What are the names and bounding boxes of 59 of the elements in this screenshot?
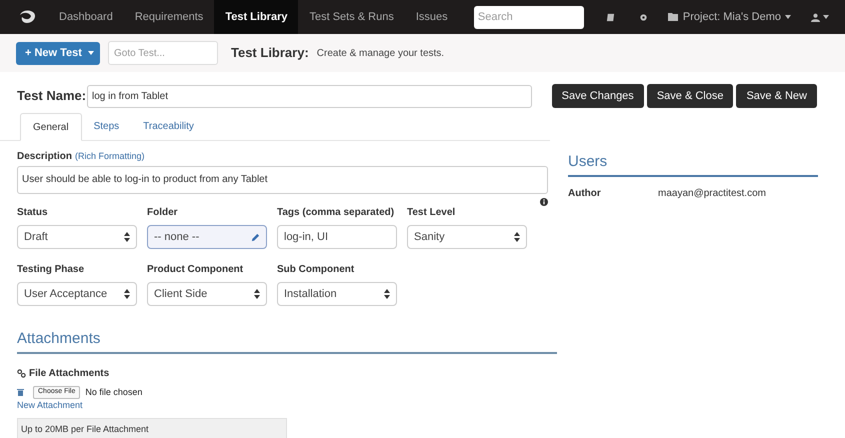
nav-tab[interactable]: Requirements <box>124 0 214 34</box>
field-label: Status <box>17 206 49 220</box>
user-icon <box>811 12 820 22</box>
test-name-field[interactable]: log in from Tablet <box>87 84 532 108</box>
select-field[interactable]: Installation <box>277 282 397 306</box>
field-label: Testing Phase <box>17 263 86 277</box>
sort-icon <box>384 289 390 299</box>
user-role: Author <box>568 186 602 200</box>
nav-tab[interactable]: Issues <box>404 0 459 34</box>
nav-tab[interactable]: Test Library <box>214 0 298 34</box>
input-field[interactable]: log-in, UI <box>277 225 397 249</box>
field-label: Folder <box>147 206 179 220</box>
select-field[interactable]: Sanity <box>407 225 527 249</box>
tab[interactable]: Traceability <box>131 112 206 140</box>
test-name-label: Test Name: <box>17 87 87 106</box>
select-field[interactable]: Draft <box>17 225 137 249</box>
page-subtitle: Create & manage your tests. <box>316 46 444 60</box>
user-email: maayan@practitest.com <box>658 186 766 200</box>
new-test-button[interactable]: + New Test <box>16 42 100 64</box>
caret-icon[interactable] <box>88 51 94 55</box>
tab[interactable]: Steps <box>82 112 132 140</box>
folder-field[interactable]: -- none -- <box>147 225 267 249</box>
field-label: Product Component <box>147 263 244 277</box>
caret-icon <box>823 15 829 19</box>
select-field[interactable]: User Acceptance <box>17 282 137 306</box>
sort-icon <box>254 289 260 299</box>
sort-icon <box>124 289 130 299</box>
users-heading: Users <box>568 151 818 176</box>
description-label: Description <box>17 150 72 164</box>
description-field[interactable]: User should be able to log-in to product from any Tablet <box>17 166 548 194</box>
field-label: Test Level <box>407 206 456 220</box>
nav-tab[interactable]: Test Sets & Runs <box>298 0 405 34</box>
nav-tab[interactable]: Dashboard <box>48 0 124 34</box>
user-menu[interactable] <box>811 12 829 22</box>
field-label: Tags (comma separated) <box>277 206 396 220</box>
folder-icon <box>668 13 679 21</box>
select-field[interactable]: Client Side <box>147 282 267 306</box>
file-status: No file chosen <box>85 386 142 398</box>
tab[interactable]: General <box>20 113 82 141</box>
caret-icon <box>785 15 791 19</box>
page-title: Test Library: <box>231 44 309 62</box>
size-note: Up to 20MB per File Attachment <box>17 418 287 438</box>
save-button[interactable]: Save Changes <box>552 84 644 108</box>
pencil-icon <box>251 232 260 242</box>
link-icon <box>17 368 26 378</box>
field-label: Sub Component <box>277 263 356 277</box>
file-attachments-label: File Attachments <box>29 366 110 380</box>
logo-icon <box>18 9 38 25</box>
trash-icon[interactable] <box>17 388 24 396</box>
new-attachment-link[interactable]: New Attachment <box>17 399 83 412</box>
sort-icon <box>124 232 130 242</box>
attachments-heading: Attachments <box>17 328 557 354</box>
info-icon[interactable] <box>540 198 548 206</box>
save-button[interactable]: Save & New <box>736 84 817 108</box>
sort-icon <box>514 232 520 242</box>
rich-formatting-link[interactable]: (Rich Formatting) <box>75 150 145 164</box>
settings-icon[interactable] <box>638 12 648 22</box>
save-button[interactable]: Save & Close <box>646 84 734 108</box>
project-menu[interactable]: Project: Mia's Demo <box>668 8 791 26</box>
